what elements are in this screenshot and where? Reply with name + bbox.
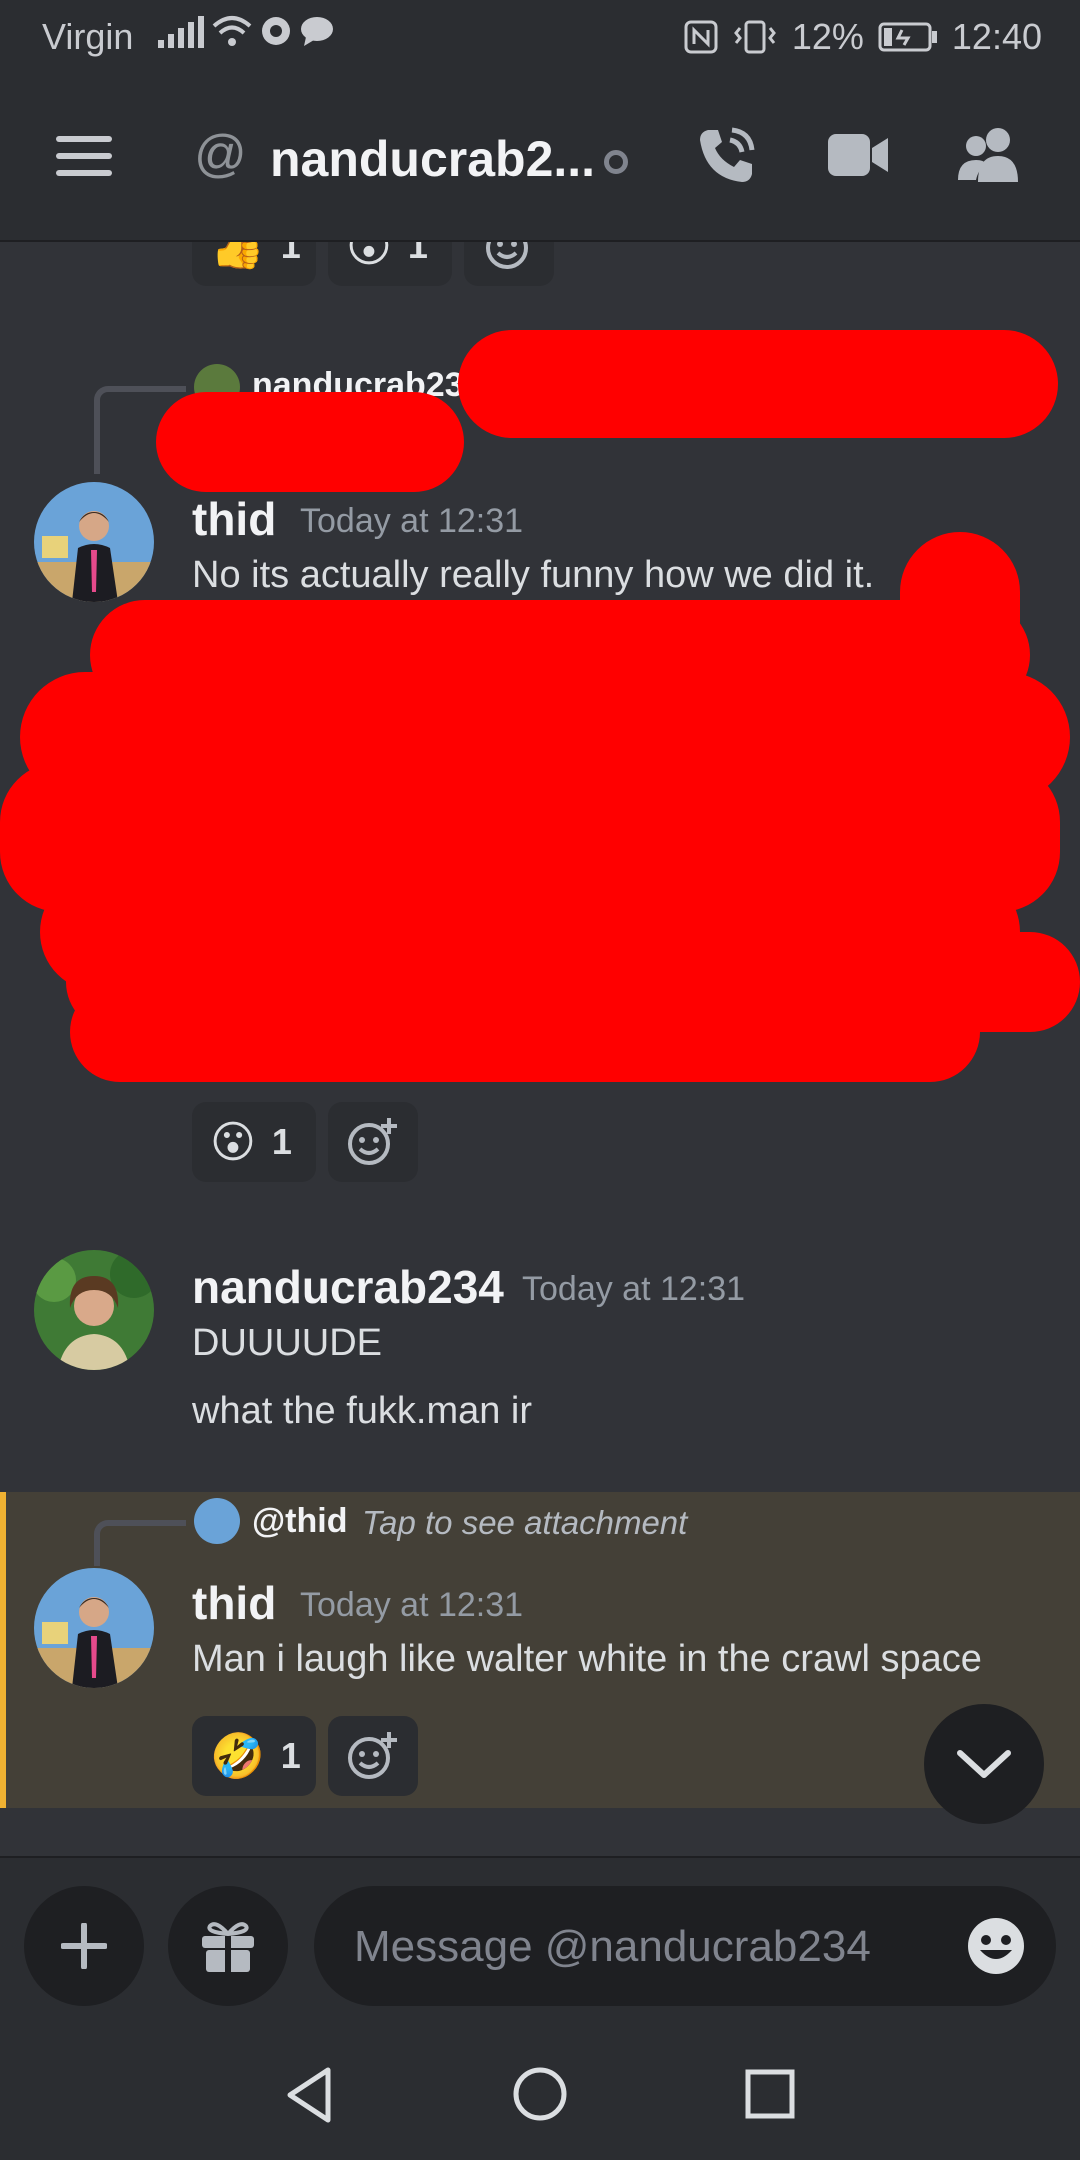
- back-icon[interactable]: [284, 2066, 334, 2124]
- vibrate-icon: [733, 20, 776, 54]
- gift-button[interactable]: [168, 1886, 288, 2006]
- add-reaction-button[interactable]: [328, 1102, 418, 1182]
- message-text: Man i laugh like walter white in the cra…: [192, 1638, 982, 1680]
- jump-to-bottom-button[interactable]: [924, 1704, 1044, 1824]
- status-icons: [158, 14, 334, 48]
- video-call-icon[interactable]: [826, 130, 890, 182]
- status-bar: Virgin 12% 12:40: [0, 0, 1080, 72]
- reply-username[interactable]: @thid: [252, 1502, 347, 1541]
- message-text: DUUUUDE: [192, 1322, 382, 1364]
- signal-icon: [158, 14, 204, 48]
- status-right: 12% 12:40: [684, 16, 1042, 58]
- redaction-mark: [70, 982, 980, 1082]
- avatar[interactable]: [34, 1568, 154, 1688]
- reaction-count: 1: [280, 1735, 301, 1776]
- nfc-icon: [684, 20, 718, 54]
- message-composer: [0, 1856, 1080, 2034]
- emoji-icon[interactable]: [966, 1916, 1026, 1976]
- reaction-emoji: 👍: [210, 242, 265, 271]
- home-icon[interactable]: [512, 2066, 568, 2122]
- channel-header: @ nanducrab2...: [0, 72, 1080, 242]
- reaction-pill[interactable]: 🤣 1: [192, 1716, 316, 1796]
- message-input-container: [314, 1886, 1056, 2008]
- timestamp: Today at 12:31: [300, 1586, 524, 1624]
- plus-icon: [61, 1923, 107, 1969]
- wifi-icon: [212, 16, 252, 46]
- username[interactable]: nanducrab234: [192, 1260, 504, 1314]
- chat-notification-icon: [301, 17, 333, 46]
- mention-bar: [0, 1492, 6, 1808]
- add-reaction-icon: [348, 1118, 397, 1165]
- reaction-emoji: 😮: [346, 242, 392, 271]
- add-reaction-icon: [348, 1732, 397, 1779]
- redaction-mark: [458, 330, 1058, 438]
- reaction-count: 1: [280, 242, 301, 266]
- username[interactable]: thid: [192, 1576, 276, 1630]
- reaction-count: 1: [271, 1121, 292, 1162]
- chrome-icon: [262, 17, 290, 45]
- android-nav-bar: [0, 2032, 1080, 2160]
- recents-icon[interactable]: [744, 2068, 796, 2120]
- offline-status-icon: [604, 150, 628, 174]
- reaction-emoji: 😮: [210, 1117, 256, 1167]
- clock: 12:40: [951, 16, 1042, 57]
- dm-at-icon: @: [194, 125, 247, 183]
- reply-connector: [94, 1520, 186, 1566]
- timestamp: Today at 12:31: [300, 502, 524, 540]
- phone-call-icon[interactable]: [694, 124, 758, 188]
- reply-preview[interactable]: Tap to see attachment: [362, 1504, 687, 1542]
- message-text: what the fukk.man ir: [192, 1390, 533, 1432]
- redaction-mark: [900, 532, 1020, 682]
- timestamp: Today at 12:31: [522, 1270, 746, 1308]
- add-reaction-button[interactable]: [328, 1716, 418, 1796]
- message-list[interactable]: 👍 1 😮 1 nanducrab234 thid Today at 12:31…: [0, 242, 1080, 1854]
- reaction-count: 1: [407, 242, 428, 266]
- carrier-label: Virgin: [42, 16, 134, 57]
- chevron-down-icon: [957, 1750, 1011, 1778]
- battery-icon: [878, 22, 937, 52]
- members-icon[interactable]: [956, 124, 1022, 186]
- reaction-pill[interactable]: 😮 1: [192, 1102, 316, 1182]
- reply-avatar: [194, 1498, 240, 1544]
- message-input[interactable]: [352, 1886, 936, 2008]
- battery-percent: 12%: [791, 16, 864, 57]
- reaction-emoji: 🤣: [210, 1732, 265, 1781]
- avatar[interactable]: [34, 482, 154, 602]
- channel-title[interactable]: nanducrab2...: [270, 130, 595, 188]
- menu-icon[interactable]: [56, 136, 112, 176]
- add-reaction-icon: [486, 242, 528, 269]
- username[interactable]: thid: [192, 492, 276, 546]
- reaction-pill[interactable]: 👍 1: [192, 242, 316, 286]
- avatar[interactable]: [34, 1250, 154, 1370]
- reaction-pill[interactable]: 😮 1: [328, 242, 452, 286]
- add-reaction-button[interactable]: [464, 242, 554, 286]
- redaction-mark: [156, 392, 464, 492]
- message-text: No its actually really funny how we did …: [192, 554, 875, 596]
- gift-icon: [202, 1922, 254, 1974]
- attach-button[interactable]: [24, 1886, 144, 2006]
